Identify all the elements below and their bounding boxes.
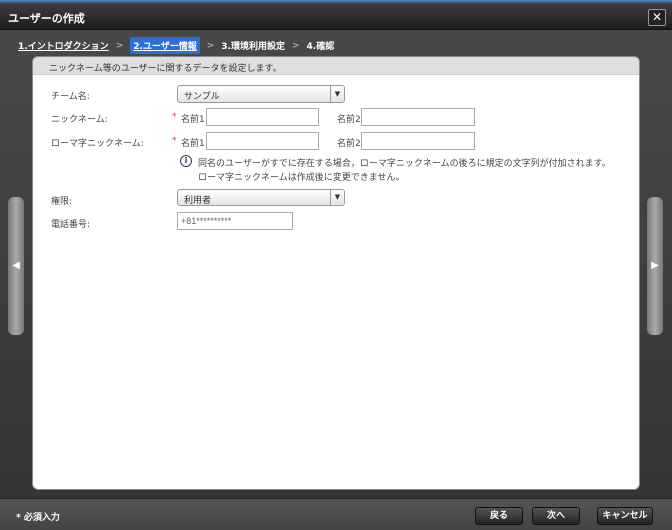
- nickname-name2-input[interactable]: [361, 108, 475, 126]
- chevron-down-icon: ▼: [330, 86, 344, 102]
- nickname-label: ニックネーム:: [51, 115, 108, 125]
- role-select[interactable]: 利用者 ▼: [177, 189, 345, 206]
- romaji-name1-input[interactable]: [206, 132, 319, 150]
- role-value: 利用者: [184, 196, 212, 206]
- team-value: サンプル: [184, 92, 220, 102]
- step-introduction[interactable]: 1.イントロダクション: [18, 39, 109, 52]
- info-icon: i: [180, 155, 192, 167]
- wizard-steps: 1.イントロダクション > 2.ユーザー情報 > 3.環境利用設定 > 4.確認: [18, 37, 334, 54]
- step-confirm: 4.確認: [306, 42, 335, 52]
- romaji-label: ローマ字ニックネーム:: [51, 139, 144, 149]
- nickname-name2-label: 名前2: [337, 115, 361, 125]
- info-line-1: 同名のユーザーがすでに存在する場合，ローマ字ニックネームの後ろに規定の文字列が付…: [198, 159, 611, 169]
- nickname-name1-label: 名前1: [181, 115, 205, 125]
- step-separator: >: [206, 40, 215, 51]
- back-button[interactable]: 戻る: [475, 507, 523, 525]
- nickname-name1-input[interactable]: [206, 108, 319, 126]
- phone-label: 電話番号:: [51, 220, 91, 230]
- step-user-info[interactable]: 2.ユーザー情報: [130, 37, 200, 54]
- title-bar: ユーザーの作成 ✕: [0, 4, 672, 30]
- close-button[interactable]: ✕: [648, 9, 666, 26]
- romaji-name1-label: 名前1: [181, 139, 205, 149]
- role-label: 権限:: [51, 197, 73, 207]
- step-environment: 3.環境利用設定: [221, 42, 285, 52]
- required-mark: *: [172, 112, 177, 122]
- phone-input[interactable]: [177, 212, 293, 230]
- cancel-button[interactable]: キャンセル: [597, 507, 653, 525]
- prev-page-button[interactable]: ◀: [8, 197, 24, 335]
- romaji-name2-input[interactable]: [361, 132, 475, 150]
- dialog-window: ユーザーの作成 ✕ 1.イントロダクション > 2.ユーザー情報 > 3.環境利…: [0, 0, 672, 530]
- next-page-button[interactable]: ▶: [647, 197, 663, 335]
- info-line-2: ローマ字ニックネームは作成後に変更できません。: [198, 173, 405, 183]
- panel-description: ニックネーム等のユーザーに関するデータを設定します。: [33, 57, 639, 75]
- next-button[interactable]: 次へ: [532, 507, 580, 525]
- required-mark: *: [172, 136, 177, 146]
- form-panel: ニックネーム等のユーザーに関するデータを設定します。 チーム名: サンプル ▼ ニ…: [32, 56, 640, 490]
- step-separator: >: [291, 40, 300, 51]
- romaji-name2-label: 名前2: [337, 139, 361, 149]
- team-label: チーム名:: [51, 92, 90, 102]
- team-select[interactable]: サンプル ▼: [177, 85, 345, 103]
- dialog-footer: * 必須入力 戻る 次へ キャンセル: [0, 498, 672, 530]
- dialog-title: ユーザーの作成: [8, 12, 85, 25]
- required-note: * 必須入力: [16, 513, 60, 523]
- step-separator: >: [115, 40, 124, 51]
- chevron-down-icon: ▼: [330, 190, 344, 205]
